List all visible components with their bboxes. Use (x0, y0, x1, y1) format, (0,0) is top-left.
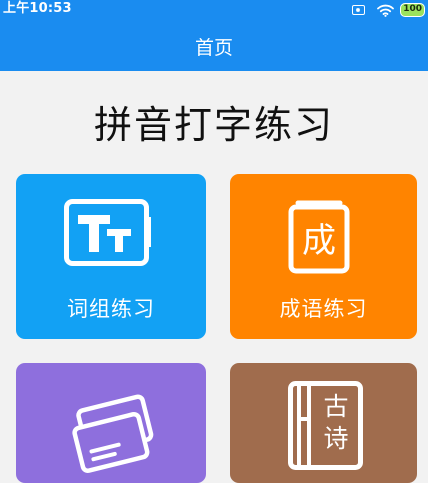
page-title: 拼音打字练习 (93, 103, 334, 147)
card-label: 词组练习 (67, 297, 155, 321)
cards-icon (72, 394, 154, 474)
poem-glyph-2: 诗 (323, 424, 348, 453)
status-bar: 上午10:53 100 (0, 0, 428, 20)
phrase-practice-card[interactable]: 词组练习 (16, 174, 206, 339)
nav-title: 首页 (194, 37, 233, 59)
sim-card-icon (352, 5, 366, 15)
poem-glyph-1: 古 (323, 392, 348, 421)
idiom-book-icon: 成 (288, 200, 350, 274)
idiom-glyph: 成 (302, 221, 336, 261)
status-icons: 100 (352, 2, 425, 18)
poem-book-icon: 古 诗 (288, 381, 363, 470)
app-header: 上午10:53 100 首页 (0, 0, 428, 71)
status-time: 上午10:53 (3, 1, 72, 16)
card-label: 成语练习 (279, 297, 368, 321)
wifi-icon (377, 4, 395, 17)
poem-practice-card[interactable]: 古 诗 (230, 363, 417, 483)
idiom-practice-card[interactable]: 成 成语练习 (230, 174, 417, 339)
battery-icon: 100 (400, 3, 425, 17)
flashcard-practice-card[interactable] (16, 363, 206, 483)
font-size-tt-icon (64, 199, 151, 266)
